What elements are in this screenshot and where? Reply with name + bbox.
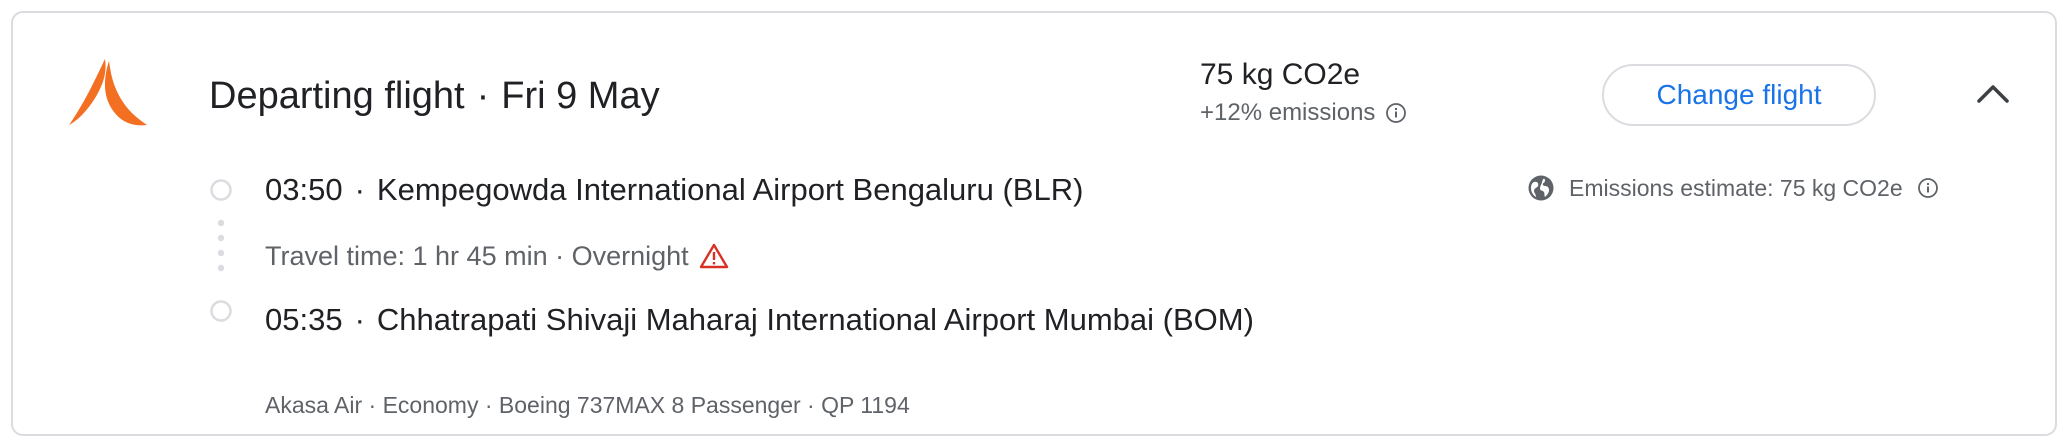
emissions-summary: 75 kg CO2e +12% emissions bbox=[1200, 55, 1407, 130]
arrival-separator: · bbox=[354, 302, 365, 337]
travel-time: Travel time: 1 hr 45 min · Overnight bbox=[265, 241, 689, 271]
flight-date: Fri 9 May bbox=[501, 75, 660, 117]
travel-time-row: Travel time: 1 hr 45 min · Overnight bbox=[265, 238, 729, 274]
emissions-value: 75 kg CO2e bbox=[1200, 58, 1361, 91]
arrival-stop: 05:35 · Chhatrapati Shivaji Maharaj Intern… bbox=[265, 300, 1254, 340]
info-icon[interactable] bbox=[1917, 177, 1939, 199]
title-separator: · bbox=[476, 75, 490, 117]
emissions-delta-row: +12% emissions bbox=[1200, 96, 1407, 130]
emissions-delta: +12% emissions bbox=[1200, 99, 1376, 126]
globe-icon bbox=[1528, 175, 1554, 201]
arrival-time: 05:35 bbox=[265, 302, 343, 337]
flight-card: Departing flight · Fri 9 May 75 kg CO2e +1… bbox=[11, 11, 2057, 436]
departure-airport: Kempegowda International Airport Bengalu… bbox=[376, 172, 1084, 207]
emissions-estimate: Emissions estimate: 75 kg CO2e bbox=[1527, 172, 1939, 204]
itinerary-timeline bbox=[210, 179, 232, 322]
page-title: Departing flight · Fri 9 May bbox=[209, 72, 660, 120]
info-icon[interactable] bbox=[1385, 102, 1407, 124]
chevron-up-icon[interactable] bbox=[1975, 79, 2011, 107]
flight-direction-label: Departing flight bbox=[209, 75, 465, 117]
emissions-estimate-text: Emissions estimate: 75 kg CO2e bbox=[1569, 175, 1903, 201]
warning-icon[interactable] bbox=[699, 242, 729, 270]
departure-stop: 03:50 · Kempegowda International Airport B… bbox=[265, 170, 1083, 210]
change-flight-button[interactable]: Change flight bbox=[1602, 64, 1876, 126]
flight-details: Akasa Air · Economy · Boeing 737MAX 8 Pa… bbox=[265, 392, 910, 418]
airline-logo bbox=[69, 59, 147, 126]
departure-separator: · bbox=[354, 172, 365, 207]
arrival-airport: Chhatrapati Shivaji Maharaj Internationa… bbox=[376, 302, 1254, 337]
departure-time: 03:50 bbox=[265, 172, 343, 207]
